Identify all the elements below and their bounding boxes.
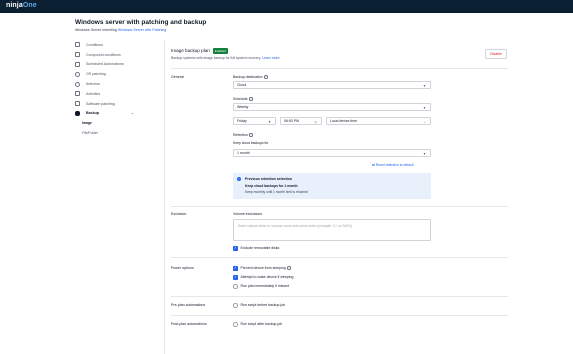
- parent-policy-link[interactable]: Windows Server with Patching: [118, 28, 167, 32]
- info-icon[interactable]: [264, 75, 268, 79]
- section-pre-plan-label: Pre-plan automations: [171, 303, 206, 307]
- run-missed-radio[interactable]: [233, 284, 238, 289]
- info-icon[interactable]: [249, 133, 254, 137]
- sidebar-item-activities[interactable]: Activities: [74, 89, 164, 99]
- window-icon: [75, 101, 80, 107]
- sidebar-item-compound-conditions[interactable]: Compound conditions: [74, 50, 164, 60]
- plan-title: Image backup plan Enabled: [171, 48, 228, 54]
- gear-icon: [75, 71, 80, 77]
- caret-down-icon: ▼: [422, 105, 426, 110]
- sidebar-subitem-file-folder[interactable]: File/Folder: [74, 128, 164, 138]
- alert-title: Previous retention selection: [245, 177, 292, 181]
- run-missed-row[interactable]: Run plan immediately if missed: [233, 284, 289, 289]
- ninjaone-logo[interactable]: ninjaOne: [6, 2, 37, 9]
- divider: [171, 68, 508, 69]
- schedule-label: Schedule: [233, 97, 253, 101]
- divider: [171, 206, 508, 207]
- calendar-icon: [75, 61, 80, 67]
- policy-sidebar: Conditions Compound conditions Scheduled…: [74, 40, 164, 138]
- exclude-removable-checkbox[interactable]: ✓: [233, 246, 238, 251]
- caret-down-icon: ▼: [422, 151, 426, 156]
- prevent-sleep-row[interactable]: ✓ Prevent device from sleeping: [233, 266, 291, 271]
- info-icon[interactable]: [287, 266, 291, 271]
- volume-exclusions-label: Volume exclusions: [233, 212, 262, 216]
- section-general-label: General: [171, 75, 184, 79]
- section-post-plan-label: Post-plan automations: [171, 322, 207, 326]
- page-title: Windows server with patching and backup: [75, 19, 207, 26]
- timezone-select[interactable]: Local device time ⌄: [326, 117, 431, 125]
- top-navigation-bar: ninjaOne: [0, 0, 573, 13]
- sidebar-subitem-image[interactable]: Image: [74, 118, 164, 128]
- chevron-down-icon[interactable]: ⌄: [131, 111, 134, 115]
- post-script-row[interactable]: Run script after backup job: [233, 322, 282, 327]
- time-input[interactable]: 06:00 PM ◷: [280, 117, 322, 125]
- pre-script-radio[interactable]: [233, 303, 238, 308]
- wake-device-row[interactable]: ✓ Attempt to wake device if sleeping: [233, 275, 293, 280]
- alert-line: Keep cloud backups for 1 month: [245, 184, 298, 188]
- keep-cloud-backups-select[interactable]: 1 month ▼: [233, 149, 431, 157]
- divider: [171, 315, 508, 316]
- clock-icon: ◷: [314, 119, 317, 124]
- plan-description: Backup systems with image backup for ful…: [171, 56, 280, 60]
- retention-label: Retention: [233, 133, 254, 137]
- sidebar-item-software-patching[interactable]: Software patching: [74, 99, 164, 109]
- divider: [171, 257, 508, 258]
- wake-device-checkbox[interactable]: ✓: [233, 275, 238, 280]
- divider: [171, 296, 508, 297]
- day-select[interactable]: Friday ▼: [233, 117, 276, 125]
- volume-exclusions-input[interactable]: Enter volume letter or volume name and p…: [233, 219, 431, 241]
- sidebar-item-os-patching[interactable]: OS patching: [74, 69, 164, 79]
- sidebar-divider: [164, 40, 165, 354]
- learn-more-link[interactable]: Learn more: [262, 56, 279, 60]
- info-icon: i: [237, 177, 241, 181]
- page-subtitle: Windows Server inheriting Windows Server…: [75, 28, 167, 32]
- list-icon: [75, 91, 80, 97]
- pre-script-row[interactable]: Run script before backup job: [233, 303, 285, 308]
- sidebar-item-scheduled-automations[interactable]: Scheduled Automations: [74, 60, 164, 70]
- reset-retention-link[interactable]: ⇄ Reset retention to default: [372, 163, 414, 167]
- exclude-removable-row[interactable]: ✓ Exclude removable disks: [233, 246, 279, 251]
- sidebar-item-backup[interactable]: Backup ⌄: [74, 109, 164, 119]
- compound-icon: [75, 52, 80, 58]
- backup-destination-label: Backup destination: [233, 75, 268, 79]
- section-power-label: Power options: [171, 266, 194, 270]
- prevent-sleep-checkbox[interactable]: ✓: [233, 266, 238, 271]
- chevron-down-icon: ⌄: [423, 119, 426, 124]
- disable-button[interactable]: Disable: [485, 49, 507, 59]
- alert-line: Keep monthly until 1 month limit is reac…: [245, 190, 308, 194]
- status-badge: Enabled: [212, 48, 228, 54]
- cloud-icon: [75, 110, 80, 116]
- section-exclusion-label: Exclusion: [171, 212, 187, 216]
- schedule-select[interactable]: Weekly ▼: [233, 103, 431, 111]
- backup-destination-select[interactable]: Cloud ▼: [233, 81, 431, 89]
- conditions-icon: [75, 42, 80, 48]
- shield-icon: [75, 81, 80, 87]
- caret-down-icon: ▼: [267, 119, 271, 124]
- keep-cloud-backups-label: Keep cloud backups for: [233, 141, 269, 145]
- post-script-radio[interactable]: [233, 322, 238, 327]
- previous-retention-alert: i Previous retention selection Keep clou…: [233, 173, 431, 199]
- sidebar-item-antivirus[interactable]: Antivirus: [74, 79, 164, 89]
- sidebar-item-conditions[interactable]: Conditions: [74, 40, 164, 50]
- info-icon[interactable]: [249, 97, 253, 101]
- caret-down-icon: ▼: [422, 83, 426, 88]
